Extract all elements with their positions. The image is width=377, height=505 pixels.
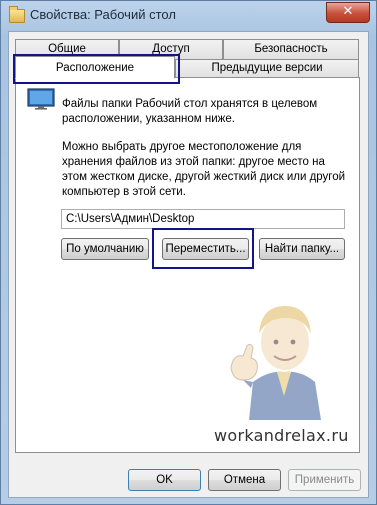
dialog-client-area: Общие Доступ Безопасность Расположение П…	[8, 31, 369, 498]
apply-button-label: Применить	[294, 474, 355, 486]
window-title: Свойства: Рабочий стол	[30, 7, 176, 22]
tab-location[interactable]: Расположение	[15, 56, 175, 79]
restore-default-button[interactable]: По умолчанию	[61, 238, 149, 260]
tab-previous-versions[interactable]: Предыдущие версии	[175, 59, 359, 77]
apply-button[interactable]: Применить	[288, 469, 361, 491]
watermark-text: workandrelax.ru	[214, 426, 349, 445]
properties-window: Свойства: Рабочий стол ✕ Общие Доступ Бе…	[0, 0, 377, 505]
description-text: Можно выбрать другое местоположение для …	[62, 141, 346, 198]
tab-general-label: Общие	[48, 43, 86, 55]
tab-location-label: Расположение	[55, 62, 135, 74]
mascot-image	[230, 306, 321, 420]
path-input[interactable]: C:\Users\Админ\Desktop	[61, 209, 345, 229]
restore-default-label: По умолчанию	[66, 243, 144, 255]
title-bar[interactable]: Свойства: Рабочий стол ✕	[1, 1, 376, 31]
close-button[interactable]: ✕	[326, 2, 370, 23]
path-input-value: C:\Users\Админ\Desktop	[66, 213, 195, 225]
move-button-label: Переместить...	[165, 243, 246, 255]
tab-security[interactable]: Безопасность	[223, 39, 359, 59]
monitor-icon	[27, 88, 55, 110]
ok-button[interactable]: OK	[128, 469, 201, 491]
folder-icon	[9, 6, 25, 23]
close-icon: ✕	[342, 4, 354, 19]
tab-security-label: Безопасность	[254, 43, 328, 55]
find-folder-label: Найти папку...	[264, 243, 340, 255]
find-folder-button[interactable]: Найти папку...	[259, 238, 345, 260]
ok-button-label: OK	[156, 474, 173, 486]
move-button[interactable]: Переместить...	[162, 238, 249, 260]
cancel-button[interactable]: Отмена	[208, 469, 281, 491]
tab-sharing-label: Доступ	[152, 43, 190, 55]
tab-previous-versions-label: Предыдущие версии	[211, 62, 323, 74]
info-text: Файлы папки Рабочий стол хранятся в целе…	[62, 98, 318, 125]
cancel-button-label: Отмена	[223, 474, 266, 486]
